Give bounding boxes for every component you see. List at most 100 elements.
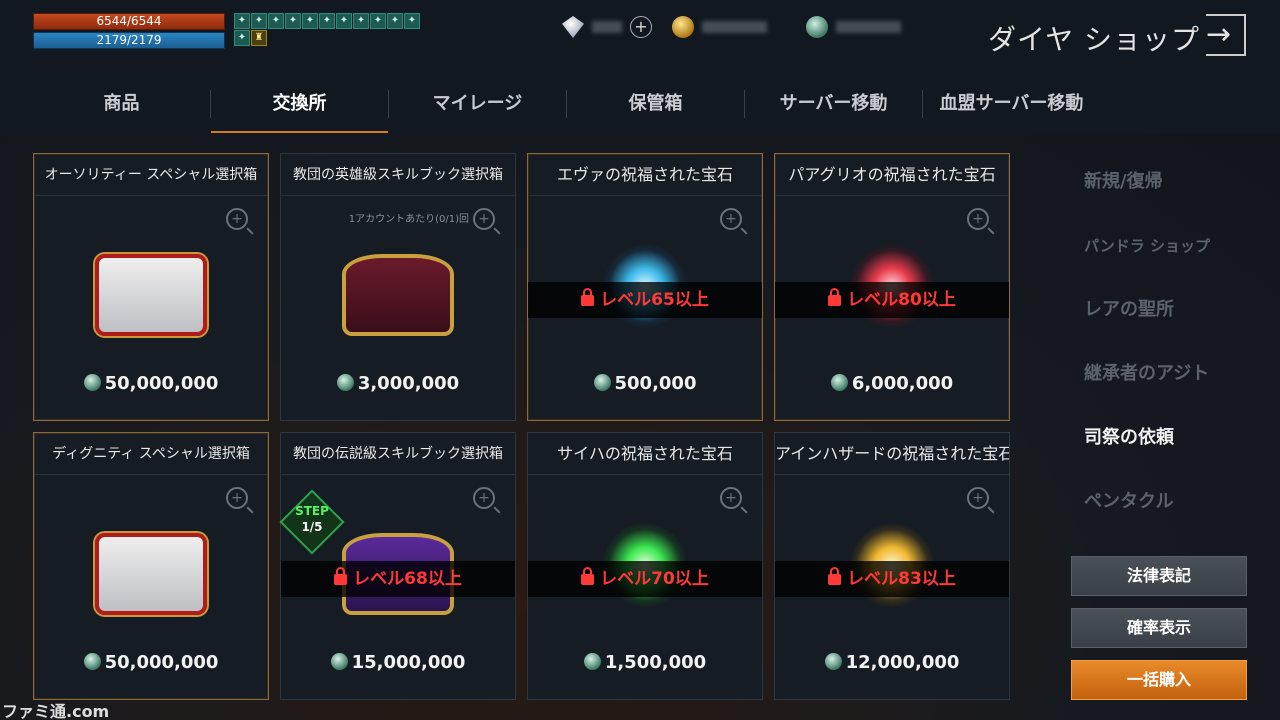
step-title: STEP	[295, 504, 329, 518]
step-label: STEP 1/5	[287, 503, 337, 535]
diamond-icon	[562, 16, 584, 38]
lock-icon	[334, 567, 348, 585]
step-count: 1/5	[301, 520, 323, 534]
price-value: 6,000,000	[851, 373, 954, 394]
lock-icon	[581, 288, 595, 306]
zoom-icon[interactable]: +	[720, 487, 742, 509]
item-price: 50,000,000	[34, 652, 268, 673]
add-diamond-button[interactable]: +	[630, 16, 652, 38]
buff-icon: ✦	[336, 13, 352, 29]
tab-3[interactable]: 保管箱	[567, 82, 744, 133]
item-price: 12,000,000	[775, 652, 1009, 673]
purchase-limit: 1アカウントあたり(0/1)回	[348, 214, 469, 225]
gem-coin-icon	[330, 653, 348, 670]
level-lock-banner: レベル68以上	[281, 561, 515, 597]
buff-icon: ✦	[387, 13, 403, 29]
item-card[interactable]: エヴァの祝福された宝石 + レベル65以上 500,000	[527, 153, 763, 421]
gem-coin-icon	[83, 374, 101, 391]
zoom-icon[interactable]: +	[967, 208, 989, 230]
gold-amount-hidden	[702, 21, 767, 33]
buff-icon: ✦	[234, 30, 250, 46]
gem-amount-hidden	[836, 21, 901, 33]
buff-icon: ✦	[302, 13, 318, 29]
price-value: 12,000,000	[845, 652, 960, 673]
zoom-icon[interactable]: +	[967, 487, 989, 509]
item-price: 1,500,000	[528, 652, 762, 673]
gem-currency	[806, 16, 901, 38]
level-lock-banner: レベル65以上	[528, 282, 762, 318]
item-price: 3,000,000	[281, 373, 515, 394]
item-name: ディグニティ スペシャル選択箱	[34, 433, 268, 475]
lock-icon	[828, 567, 842, 585]
treasure-chest-image	[342, 254, 454, 336]
lock-icon	[828, 288, 842, 306]
side-menu-item[interactable]: 継承者のアジト	[1084, 352, 1254, 416]
treasure-chest-image	[95, 533, 207, 615]
tab-5[interactable]: 血盟サーバー移動	[923, 82, 1100, 133]
buff-icons: ✦ ✦ ✦ ✦ ✦ ✦ ✦ ✦ ✦ ✦ ✦ ✦ ♜	[234, 13, 424, 46]
side-menu-item[interactable]: ペンタクル	[1084, 480, 1254, 544]
item-name: エヴァの祝福された宝石	[528, 154, 762, 196]
item-card[interactable]: 教団の英雄級スキルブック選択箱 +1アカウントあたり(0/1)回 3,000,000	[280, 153, 516, 421]
tab-0[interactable]: 商品	[33, 82, 210, 133]
probability-button[interactable]: 確率表示	[1071, 608, 1247, 648]
item-price: 6,000,000	[775, 373, 1009, 394]
mp-bar: 2179/2179	[33, 32, 225, 49]
buff-icon: ✦	[268, 13, 284, 29]
side-menu-item[interactable]: 新規/復帰	[1084, 160, 1254, 224]
item-name: サイハの祝福された宝石	[528, 433, 762, 475]
legal-notice-button[interactable]: 法律表記	[1071, 556, 1247, 596]
item-name: アインハザードの祝福された宝石	[775, 433, 1009, 475]
item-card[interactable]: サイハの祝福された宝石 + レベル70以上 1,500,000	[527, 432, 763, 700]
tab-2[interactable]: マイレージ	[389, 82, 566, 133]
item-card[interactable]: オーソリティー スペシャル選択箱 +50,000,000	[33, 153, 269, 421]
buff-icon: ✦	[370, 13, 386, 29]
item-card[interactable]: アインハザードの祝福された宝石 + レベル83以上 12,000,000	[774, 432, 1010, 700]
gem-coin-icon	[806, 16, 828, 38]
item-card[interactable]: パアグリオの祝福された宝石 + レベル80以上 6,000,000	[774, 153, 1010, 421]
zoom-icon[interactable]: +	[720, 208, 742, 230]
zoom-icon[interactable]: +	[473, 487, 495, 509]
gold-coin-icon	[672, 16, 694, 38]
side-menu-item[interactable]: パンドラ ショップ	[1084, 224, 1254, 288]
gem-coin-icon	[830, 374, 848, 391]
level-requirement: レベル70以上	[600, 569, 709, 589]
level-lock-banner: レベル70以上	[528, 561, 762, 597]
side-menu-item[interactable]: レアの聖所	[1084, 288, 1254, 352]
zoom-icon[interactable]: +	[226, 208, 248, 230]
tab-1[interactable]: 交換所	[211, 82, 388, 133]
lock-icon	[581, 567, 595, 585]
gem-coin-icon	[583, 653, 601, 670]
item-price: 15,000,000	[281, 652, 515, 673]
zoom-icon[interactable]: +	[226, 487, 248, 509]
price-value: 1,500,000	[604, 652, 707, 673]
buff-icon: ✦	[353, 13, 369, 29]
gem-coin-icon	[83, 653, 101, 670]
exit-icon[interactable]: →	[1206, 14, 1246, 56]
item-card[interactable]: 教団の伝説級スキルブック選択箱 + STEP 1/5 レベル68以上 15,000,000	[279, 432, 516, 700]
price-value: 500,000	[614, 373, 697, 394]
tab-bar: 商品 交換所 マイレージ 保管箱 サーバー移動 血盟サーバー移動	[33, 82, 1100, 133]
item-card[interactable]: ディグニティ スペシャル選択箱 +50,000,000	[33, 432, 269, 700]
zoom-icon[interactable]: +	[473, 208, 495, 230]
hp-bar: 6544/6544	[33, 13, 225, 30]
price-value: 50,000,000	[104, 652, 219, 673]
price-value: 3,000,000	[357, 373, 460, 394]
watermark-logo: ファミ通.com	[2, 702, 110, 720]
bulk-buy-button[interactable]: 一括購入	[1071, 660, 1247, 700]
item-name: 教団の英雄級スキルブック選択箱	[281, 154, 515, 196]
diamond-amount-hidden	[592, 21, 622, 33]
level-lock-banner: レベル80以上	[775, 282, 1009, 318]
side-menu-item[interactable]: 司祭の依頼	[1084, 416, 1254, 480]
buff-icon: ✦	[251, 13, 267, 29]
gem-coin-icon	[824, 653, 842, 670]
buff-icon: ✦	[234, 13, 250, 29]
item-name: パアグリオの祝福された宝石	[775, 154, 1009, 196]
item-price: 50,000,000	[34, 373, 268, 394]
tab-4[interactable]: サーバー移動	[745, 82, 922, 133]
level-requirement: レベル83以上	[847, 569, 956, 589]
price-value: 50,000,000	[104, 373, 219, 394]
item-name: 教団の伝説級スキルブック選択箱	[281, 433, 515, 475]
treasure-chest-image	[95, 254, 207, 336]
buff-icon: ✦	[404, 13, 420, 29]
